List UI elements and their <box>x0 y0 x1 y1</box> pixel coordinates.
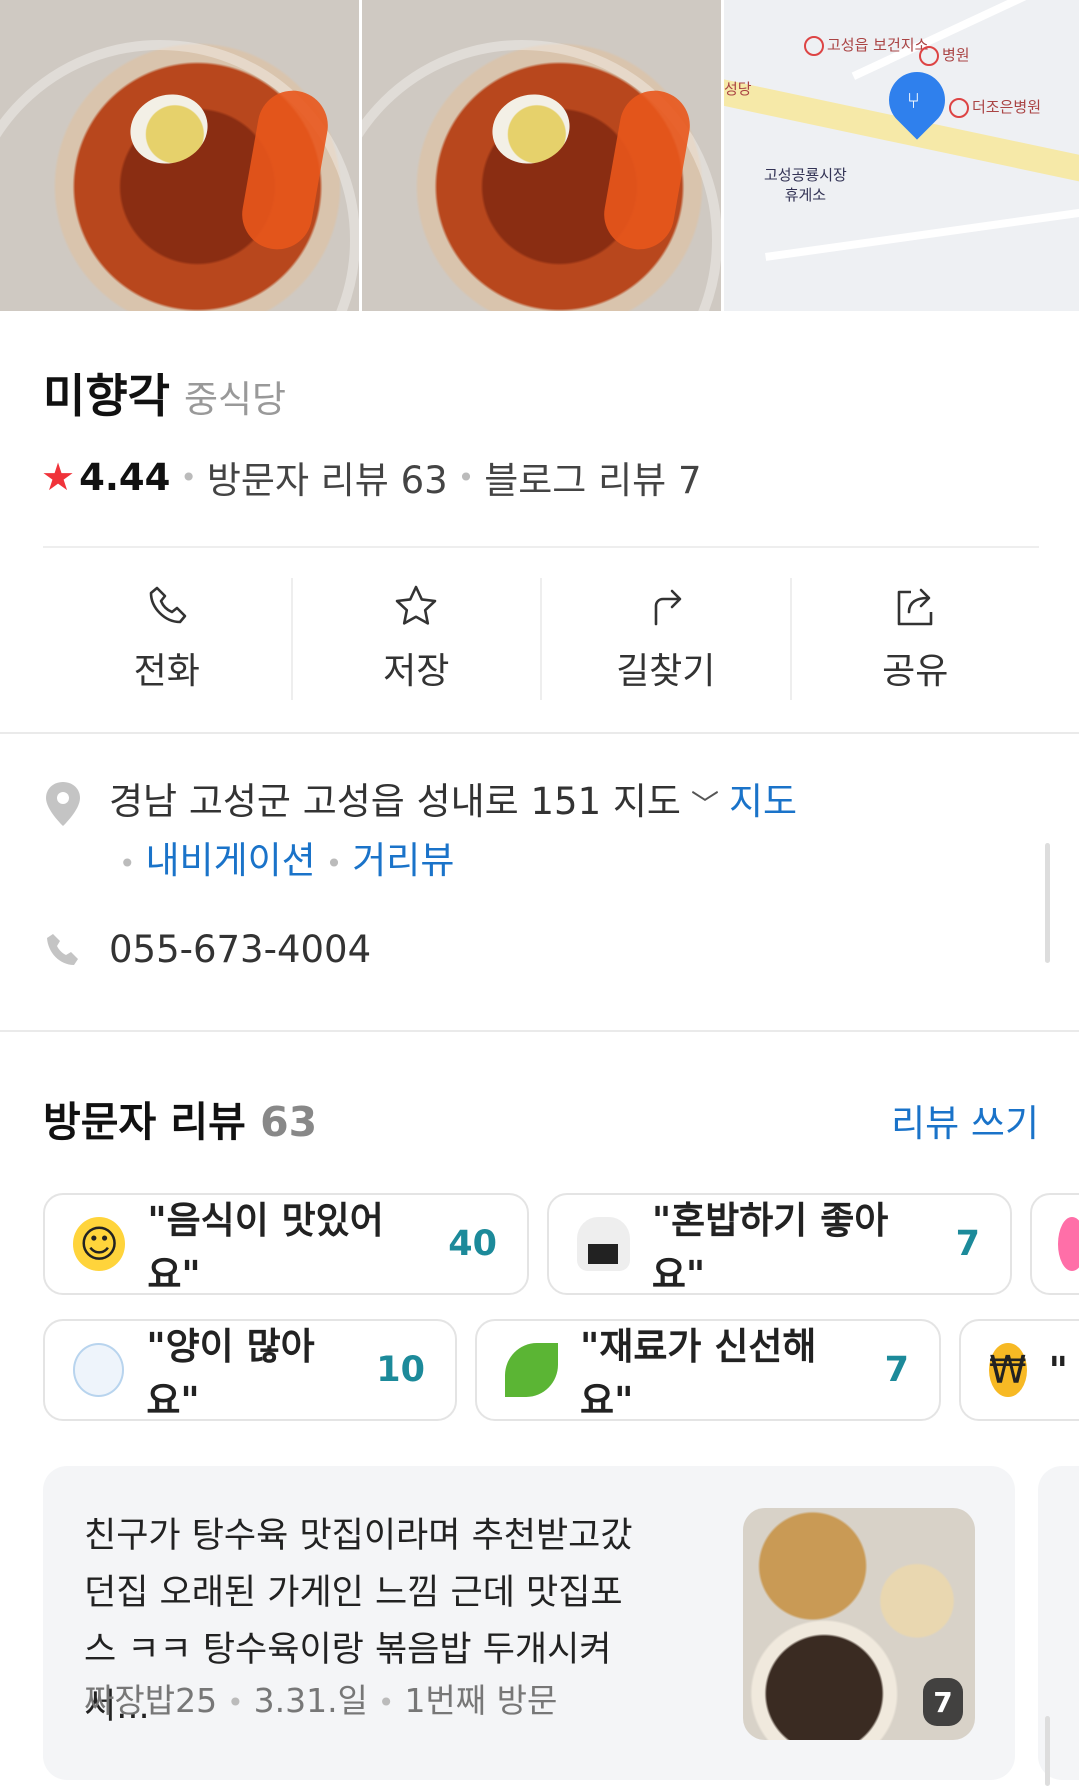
place-name: 미향각 <box>43 369 170 423</box>
action-bar: 전화 저장 길찾기 공유 <box>43 578 1039 700</box>
food-photo[interactable] <box>362 0 721 311</box>
heart-icon <box>1058 1217 1079 1271</box>
place-info: 경남 고성군 고성읍 성내로 151 지도 ﹀ 지도 • 내비게이션 • 거리뷰 055-… <box>43 774 1039 971</box>
call-button[interactable]: 전화 <box>43 578 293 700</box>
review-meta: 짜장밥25 • 3.31.일 • 1번째 방문 <box>84 1681 558 1720</box>
scrollbar[interactable] <box>1045 843 1050 963</box>
phone-row[interactable]: 055-673-4004 <box>43 928 1039 971</box>
rating-value: 4.44 <box>79 455 171 499</box>
coin-icon: ₩ <box>989 1343 1027 1397</box>
rice-ball-icon <box>577 1217 630 1271</box>
food-photo[interactable] <box>0 0 359 311</box>
keyword-chip[interactable] <box>1030 1193 1079 1295</box>
location-pin-icon <box>46 782 80 826</box>
reviews-title: 방문자 리뷰 63 <box>43 1098 318 1146</box>
phone-icon <box>47 933 78 965</box>
review-visit: 1번째 방문 <box>404 1681 558 1720</box>
review-author: 짜장밥25 <box>84 1681 218 1720</box>
star-icon: ★ <box>41 455 76 499</box>
leaf-icon <box>505 1343 559 1397</box>
chevron-down-icon[interactable]: ﹀ <box>691 788 719 821</box>
map-poi-health-center: 고성읍 보건지소 <box>804 34 928 56</box>
map-poi-hospital: 병원 <box>919 44 970 66</box>
address-row: 경남 고성군 고성읍 성내로 151 지도 ﹀ 지도 • 내비게이션 • 거리뷰 <box>43 774 1039 892</box>
visitor-review-link[interactable]: 방문자 리뷰 63 <box>207 450 448 504</box>
photo-count-badge: 7 <box>923 1678 963 1726</box>
share-icon <box>897 588 933 626</box>
star-icon <box>395 585 437 625</box>
keyword-chip[interactable]: "재료가 신선해요" 7 <box>475 1319 941 1422</box>
blog-review-link[interactable]: 블로그 리뷰 7 <box>484 450 701 504</box>
place-title-row: 미향각 중식당 <box>43 360 286 426</box>
map-poi-hospital2: 더조은병원 <box>949 96 1041 118</box>
keyword-chip[interactable]: ₩ " <box>959 1319 1079 1421</box>
directions-button[interactable]: 길찾기 <box>542 578 792 700</box>
address-map-toggle[interactable]: 지도 <box>613 780 681 823</box>
reviews-header: 방문자 리뷰 63 리뷰 쓰기 <box>43 1088 1039 1148</box>
scrollbar[interactable] <box>1045 1716 1050 1786</box>
photo-strip[interactable]: 고성읍 보건지소 병원 더조은병원 성당 ⑂ 고성공룡시장 휴게소 <box>0 0 1079 311</box>
section-separator <box>0 1030 1079 1032</box>
navigation-link[interactable]: 내비게이션 <box>146 839 316 882</box>
keyword-chips-row: "양이 많아요" 10 "재료가 신선해요" 7 ₩ " <box>43 1319 1079 1422</box>
keyword-chip[interactable]: "혼밥하기 좋아요" 7 <box>547 1193 1012 1296</box>
address-value: 경남 고성군 고성읍 성내로 151 <box>109 780 602 823</box>
map-poi-edge: 성당 <box>724 80 752 98</box>
phone-icon <box>149 586 187 624</box>
rating-row: ★ 4.44 • 방문자 리뷰 63 • 블로그 리뷰 7 <box>41 450 701 504</box>
map-poi-rest-area: 고성공룡시장 휴게소 <box>764 166 847 204</box>
divider <box>43 546 1039 548</box>
place-category: 중식당 <box>183 378 287 421</box>
address-text: 경남 고성군 고성읍 성내로 151 지도 ﹀ 지도 • 내비게이션 • 거리뷰 <box>109 780 798 882</box>
write-review-button[interactable]: 리뷰 쓰기 <box>891 1093 1039 1147</box>
keyword-chip[interactable]: "양이 많아요" 10 <box>43 1319 457 1422</box>
save-button[interactable]: 저장 <box>293 578 542 700</box>
review-date: 3.31.일 <box>253 1681 368 1720</box>
directions-icon <box>654 589 682 626</box>
yummy-face-icon: ☺ <box>73 1217 126 1271</box>
phone-number[interactable]: 055-673-4004 <box>109 928 371 971</box>
section-separator <box>0 732 1079 734</box>
reviews-count: 63 <box>260 1098 318 1146</box>
share-button[interactable]: 공유 <box>792 578 1040 700</box>
review-photo[interactable]: 7 <box>743 1508 975 1740</box>
keyword-chip[interactable]: ☺ "음식이 맛있어요" 40 <box>43 1193 529 1296</box>
review-card[interactable]: 친구가 탕수육 맛집이라며 추천받고갔 던집 오래된 가게인 느낌 근데 맛집포… <box>43 1466 1015 1780</box>
keyword-chips-row: ☺ "음식이 맛있어요" 40 "혼밥하기 좋아요" 7 <box>43 1193 1079 1296</box>
street-view-link[interactable]: 거리뷰 <box>352 839 454 882</box>
map-thumbnail[interactable]: 고성읍 보건지소 병원 더조은병원 성당 ⑂ 고성공룡시장 휴게소 <box>724 0 1079 311</box>
map-link[interactable]: 지도 <box>729 780 797 823</box>
rice-bowl-icon <box>73 1343 125 1397</box>
